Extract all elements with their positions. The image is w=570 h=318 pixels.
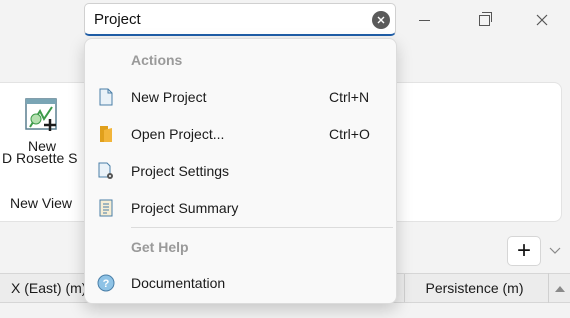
menu-divider <box>131 227 393 228</box>
menu-item-open-project[interactable]: Open Project... Ctrl+O <box>89 117 392 151</box>
menu-item-label: New Project <box>131 89 207 105</box>
menu-item-label: Open Project... <box>131 126 225 142</box>
rosette-icon <box>24 97 60 133</box>
menu-item-label: Project Settings <box>131 163 230 179</box>
svg-text:?: ? <box>103 278 110 290</box>
help-icon: ? <box>97 274 115 292</box>
column-header-x-east[interactable]: X (East) (m) <box>11 274 86 302</box>
restore-icon <box>478 11 492 26</box>
column-header-persistence[interactable]: Persistence (m) <box>404 274 544 302</box>
clear-search-button[interactable] <box>372 11 390 29</box>
search-box <box>84 3 396 36</box>
close-button[interactable] <box>514 0 570 40</box>
summary-icon <box>97 199 115 217</box>
scroll-up-arrow[interactable] <box>548 273 570 303</box>
new-view-group-label: New View <box>10 195 72 211</box>
chevron-down-icon[interactable] <box>548 244 562 258</box>
triangle-up-icon <box>554 285 565 292</box>
add-button[interactable]: + <box>507 236 541 266</box>
menu-item-label: Documentation <box>131 275 226 291</box>
minimize-button[interactable] <box>396 0 452 40</box>
section-header-actions: Actions <box>131 52 183 68</box>
menu-item-shortcut: Ctrl+N <box>329 89 370 105</box>
search-results-dropdown: Actions New Project Ctrl+N Open Project.… <box>84 38 397 304</box>
close-icon <box>536 14 548 26</box>
menu-item-label: Project Summary <box>131 200 239 216</box>
clear-icon <box>377 16 385 24</box>
restore-button[interactable] <box>456 0 512 40</box>
menu-item-project-summary[interactable]: Project Summary <box>89 191 392 225</box>
menu-item-documentation[interactable]: ? Documentation <box>89 266 392 300</box>
menu-item-project-settings[interactable]: Project Settings <box>89 154 392 188</box>
new-rosette-view-button[interactable]: New <box>14 95 70 181</box>
menu-item-shortcut: Ctrl+O <box>329 126 370 142</box>
search-input[interactable] <box>94 4 364 35</box>
document-settings-icon <box>97 162 115 180</box>
section-header-get-help: Get Help <box>131 239 189 255</box>
new-document-icon <box>97 88 115 106</box>
rosette-button-label: D Rosette S <box>2 150 78 166</box>
menu-item-new-project[interactable]: New Project Ctrl+N <box>89 80 392 114</box>
minimize-icon <box>418 19 430 21</box>
open-folder-icon <box>97 125 115 143</box>
